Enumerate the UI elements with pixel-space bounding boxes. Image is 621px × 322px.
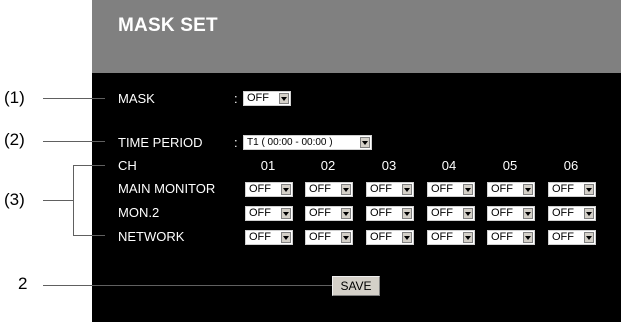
select-value: OFF <box>431 183 453 195</box>
chevron-down-icon <box>463 208 473 219</box>
chevron-down-icon <box>402 232 412 243</box>
callout-3-line <box>43 200 73 201</box>
select-value: OFF <box>249 183 271 195</box>
callout-2: (2) <box>4 130 25 149</box>
main-monitor-ch02-select[interactable]: OFF <box>305 182 353 197</box>
select-value: OFF <box>309 231 331 243</box>
mask-select[interactable]: OFF <box>243 91 291 106</box>
callout-2-line <box>43 141 105 142</box>
mon2-ch06-select[interactable]: OFF <box>548 206 596 221</box>
select-value: OFF <box>491 207 513 219</box>
callout-3-bracket <box>73 165 74 235</box>
chevron-down-icon <box>523 184 533 195</box>
chevron-down-icon <box>584 184 594 195</box>
callout-1: (1) <box>4 88 25 107</box>
chevron-down-icon <box>523 232 533 243</box>
select-value: OFF <box>431 207 453 219</box>
mask-colon: : <box>234 91 238 106</box>
network-ch02-select[interactable]: OFF <box>305 230 353 245</box>
main-monitor-ch04-select[interactable]: OFF <box>427 182 475 197</box>
chevron-down-icon <box>279 93 289 104</box>
callout-3-bracket-bottom <box>73 235 105 236</box>
chevron-down-icon <box>281 232 291 243</box>
main-monitor-ch03-select[interactable]: OFF <box>366 182 414 197</box>
network-ch05-select[interactable]: OFF <box>487 230 535 245</box>
select-value: OFF <box>370 231 392 243</box>
select-value: OFF <box>491 183 513 195</box>
select-value: OFF <box>309 207 331 219</box>
main-monitor-ch06-select[interactable]: OFF <box>548 182 596 197</box>
select-value: OFF <box>249 231 271 243</box>
network-ch01-select[interactable]: OFF <box>245 230 293 245</box>
chevron-down-icon <box>523 208 533 219</box>
col-header-05: 05 <box>502 158 518 173</box>
main-monitor-ch01-select[interactable]: OFF <box>245 182 293 197</box>
chevron-down-icon <box>584 232 594 243</box>
row-label-network: NETWORK <box>118 229 185 244</box>
chevron-down-icon <box>341 232 351 243</box>
mon2-ch04-select[interactable]: OFF <box>427 206 475 221</box>
select-value: OFF <box>370 207 392 219</box>
mon2-ch02-select[interactable]: OFF <box>305 206 353 221</box>
chevron-down-icon <box>281 208 291 219</box>
callout-1-line <box>43 98 105 99</box>
ch-label: CH <box>118 158 137 173</box>
network-ch06-select[interactable]: OFF <box>548 230 596 245</box>
select-value: OFF <box>491 231 513 243</box>
callout-3: (3) <box>4 190 25 209</box>
select-value: OFF <box>552 183 574 195</box>
row-label-main-monitor: MAIN MONITOR <box>118 181 216 196</box>
select-value: OFF <box>370 183 392 195</box>
mon2-ch03-select[interactable]: OFF <box>366 206 414 221</box>
select-value: OFF <box>552 231 574 243</box>
mask-select-value: OFF <box>247 92 269 104</box>
mon2-ch05-select[interactable]: OFF <box>487 206 535 221</box>
time-period-label: TIME PERIOD <box>118 135 203 150</box>
page-title: MASK SET <box>118 15 218 36</box>
chevron-down-icon <box>584 208 594 219</box>
chevron-down-icon <box>341 208 351 219</box>
col-header-04: 04 <box>441 158 457 173</box>
network-ch04-select[interactable]: OFF <box>427 230 475 245</box>
col-header-03: 03 <box>381 158 397 173</box>
select-value: OFF <box>552 207 574 219</box>
select-value: OFF <box>309 183 331 195</box>
time-period-colon: : <box>234 135 238 150</box>
callout-4: 2 <box>18 274 28 293</box>
select-value: OFF <box>249 207 271 219</box>
chevron-down-icon <box>341 184 351 195</box>
col-header-01: 01 <box>260 158 276 173</box>
network-ch03-select[interactable]: OFF <box>366 230 414 245</box>
time-period-select-value: T1 ( 00:00 - 00:00 ) <box>247 137 333 148</box>
col-header-02: 02 <box>320 158 336 173</box>
col-header-06: 06 <box>563 158 579 173</box>
time-period-select[interactable]: T1 ( 00:00 - 00:00 ) <box>243 135 372 150</box>
chevron-down-icon <box>463 184 473 195</box>
chevron-down-icon <box>402 184 412 195</box>
callout-4-line <box>43 285 332 286</box>
select-value: OFF <box>431 231 453 243</box>
main-monitor-ch05-select[interactable]: OFF <box>487 182 535 197</box>
chevron-down-icon <box>402 208 412 219</box>
mon2-ch01-select[interactable]: OFF <box>245 206 293 221</box>
row-label-mon2: MON.2 <box>118 205 160 220</box>
mask-label: MASK <box>118 91 155 106</box>
save-button[interactable]: SAVE <box>332 276 380 296</box>
callout-3-bracket-top <box>73 165 105 166</box>
chevron-down-icon <box>281 184 291 195</box>
chevron-down-icon <box>360 137 370 148</box>
chevron-down-icon <box>463 232 473 243</box>
